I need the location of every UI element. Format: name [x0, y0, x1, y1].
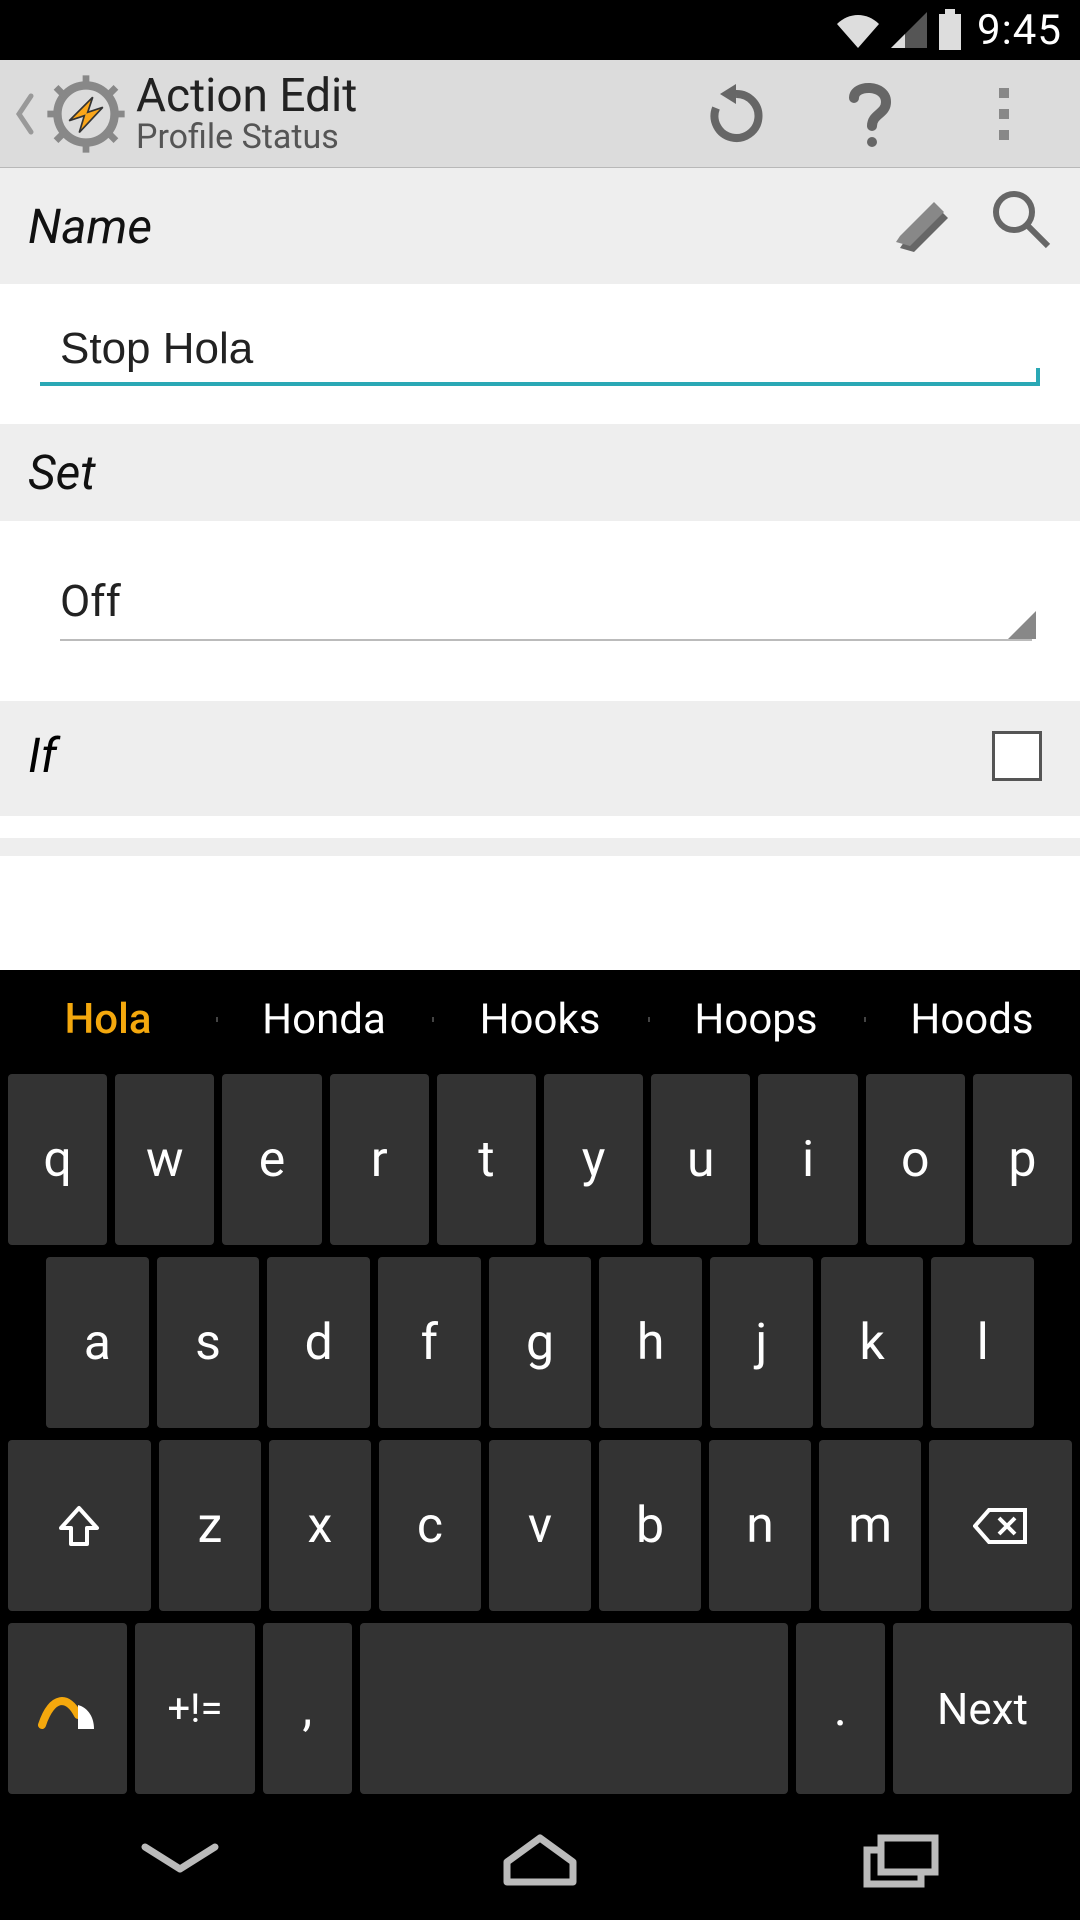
section-header-set: Set — [0, 424, 1080, 521]
key-n[interactable]: n — [709, 1440, 811, 1611]
key-next[interactable]: Next — [893, 1623, 1072, 1794]
status-icons — [835, 9, 963, 51]
key-m[interactable]: m — [819, 1440, 921, 1611]
section-header-name: Name — [0, 168, 1080, 284]
set-spinner[interactable]: Off — [60, 549, 1032, 641]
key-shift[interactable] — [8, 1440, 151, 1611]
suggestion-bar: Hola Honda Hooks Hoops Hoods — [0, 970, 1080, 1068]
key-period[interactable]: . — [796, 1623, 885, 1794]
status-time: 9:45 — [977, 6, 1062, 55]
back-button[interactable] — [6, 92, 42, 136]
signal-icon — [889, 10, 929, 50]
overflow-menu-button[interactable] — [972, 82, 1036, 146]
set-label: Set — [28, 444, 96, 501]
battery-icon — [937, 9, 963, 51]
app-logo-icon — [42, 70, 130, 158]
key-h[interactable]: h — [599, 1257, 702, 1428]
key-j[interactable]: j — [710, 1257, 813, 1428]
nav-recents-button[interactable] — [855, 1830, 945, 1890]
key-i[interactable]: i — [758, 1074, 857, 1245]
key-b[interactable]: b — [599, 1440, 701, 1611]
if-label: If — [28, 727, 57, 784]
help-button[interactable] — [838, 82, 902, 146]
key-w[interactable]: w — [115, 1074, 214, 1245]
action-bar: Action Edit Profile Status — [0, 60, 1080, 168]
key-a[interactable]: a — [46, 1257, 149, 1428]
if-checkbox[interactable] — [992, 731, 1042, 781]
soft-keyboard: Hola Honda Hooks Hoops Hoods q w e r t y… — [0, 970, 1080, 1800]
key-p[interactable]: p — [973, 1074, 1072, 1245]
page-subtitle: Profile Status — [136, 120, 357, 156]
key-o[interactable]: o — [866, 1074, 965, 1245]
page-title: Action Edit — [136, 72, 357, 120]
title-block: Action Edit Profile Status — [136, 72, 357, 156]
system-nav-bar — [0, 1800, 1080, 1920]
key-d[interactable]: d — [267, 1257, 370, 1428]
suggestion-4[interactable]: Hoops — [648, 995, 864, 1044]
key-backspace[interactable] — [929, 1440, 1072, 1611]
dropdown-indicator-icon — [1008, 611, 1036, 639]
name-input[interactable] — [40, 314, 1040, 386]
key-f[interactable]: f — [378, 1257, 481, 1428]
key-c[interactable]: c — [379, 1440, 481, 1611]
key-t[interactable]: t — [437, 1074, 536, 1245]
search-icon[interactable] — [990, 188, 1052, 264]
key-s[interactable]: s — [157, 1257, 260, 1428]
key-x[interactable]: x — [269, 1440, 371, 1611]
set-value-text: Off — [60, 575, 121, 627]
next-section-peek — [0, 838, 1080, 856]
key-y[interactable]: y — [544, 1074, 643, 1245]
key-symbols[interactable]: +!= — [135, 1623, 254, 1794]
key-v[interactable]: v — [489, 1440, 591, 1611]
key-l[interactable]: l — [931, 1257, 1034, 1428]
suggestion-1[interactable]: Hola — [0, 995, 216, 1044]
nav-back-button[interactable] — [135, 1835, 225, 1885]
undo-button[interactable] — [704, 82, 768, 146]
key-swype[interactable] — [8, 1623, 127, 1794]
key-space[interactable] — [360, 1623, 788, 1794]
suggestion-2[interactable]: Honda — [216, 995, 432, 1044]
section-header-if: If — [0, 701, 1080, 816]
tag-edit-icon[interactable] — [894, 188, 958, 264]
key-u[interactable]: u — [651, 1074, 750, 1245]
wifi-icon — [835, 10, 881, 50]
content: Name Set Off If — [0, 168, 1080, 856]
key-z[interactable]: z — [159, 1440, 261, 1611]
key-r[interactable]: r — [330, 1074, 429, 1245]
key-g[interactable]: g — [489, 1257, 592, 1428]
status-bar: 9:45 — [0, 0, 1080, 60]
nav-home-button[interactable] — [495, 1830, 585, 1890]
key-e[interactable]: e — [222, 1074, 321, 1245]
key-q[interactable]: q — [8, 1074, 107, 1245]
key-comma[interactable]: , — [263, 1623, 352, 1794]
suggestion-3[interactable]: Hooks — [432, 995, 648, 1044]
suggestion-5[interactable]: Hoods — [864, 995, 1080, 1044]
key-k[interactable]: k — [821, 1257, 924, 1428]
name-label: Name — [28, 198, 152, 255]
